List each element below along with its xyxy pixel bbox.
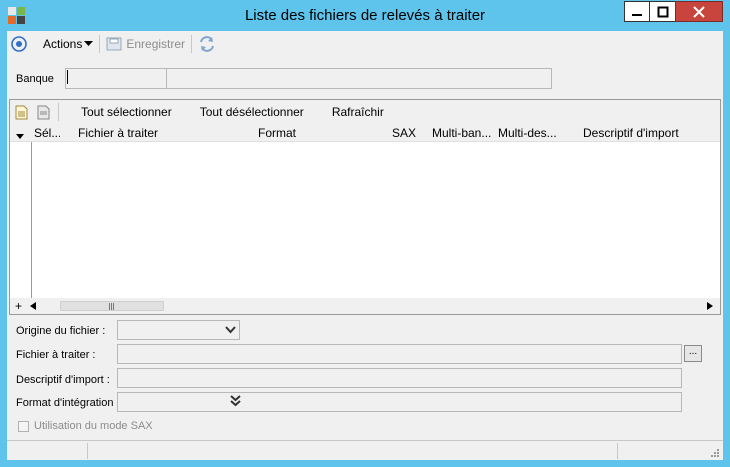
column-menu-icon bbox=[16, 134, 24, 139]
toolbar-separator bbox=[191, 35, 193, 53]
bank-label: Banque bbox=[16, 73, 54, 85]
target-icon bbox=[11, 36, 27, 52]
grid-toolbar-separator bbox=[58, 103, 59, 121]
horizontal-scrollbar[interactable]: + bbox=[10, 298, 720, 314]
grid-toolbar: Tout sélectionner Tout désélectionner Ra… bbox=[10, 100, 720, 124]
document-button[interactable] bbox=[32, 105, 54, 120]
select-all-button[interactable]: Tout sélectionner bbox=[67, 105, 186, 119]
document-icon bbox=[37, 105, 49, 119]
save-button[interactable]: Enregistrer bbox=[102, 33, 189, 55]
minimize-button[interactable] bbox=[624, 1, 650, 22]
column-header-descriptif[interactable]: Descriptif d'import bbox=[583, 126, 713, 140]
grid-header: Sél... Fichier à traiter Format SAX Mult… bbox=[10, 124, 720, 142]
descriptif-field[interactable] bbox=[117, 368, 682, 388]
scroll-right-icon[interactable] bbox=[707, 302, 713, 310]
column-filter-button[interactable] bbox=[16, 129, 24, 143]
target-button[interactable] bbox=[7, 33, 31, 55]
chevron-down-icon bbox=[84, 41, 94, 46]
format-label: Format d'intégration : bbox=[16, 397, 120, 409]
title-bar[interactable]: Liste des fichiers de relevés à traiter bbox=[0, 0, 730, 32]
status-divider bbox=[617, 443, 618, 459]
file-path-field[interactable] bbox=[117, 344, 682, 364]
column-header-multi-des[interactable]: Multi-des... bbox=[498, 126, 564, 140]
chevron-down-icon bbox=[224, 325, 236, 333]
deselect-all-button[interactable]: Tout désélectionner bbox=[186, 105, 318, 119]
bank-code-field[interactable] bbox=[65, 68, 167, 89]
files-grid: Tout sélectionner Tout désélectionner Ra… bbox=[9, 99, 721, 315]
sax-mode-checkbox[interactable] bbox=[18, 421, 29, 432]
save-icon bbox=[106, 37, 122, 51]
origin-dropdown-button[interactable] bbox=[222, 322, 238, 336]
column-header-sax[interactable]: SAX bbox=[392, 126, 422, 140]
grip-icon bbox=[109, 303, 114, 310]
add-row-button[interactable]: + bbox=[15, 299, 22, 313]
refresh-icon bbox=[200, 36, 215, 52]
save-label: Enregistrer bbox=[126, 37, 186, 51]
main-window: Liste des fichiers de relevés à traiter … bbox=[0, 0, 730, 467]
file-label: Fichier à traiter : bbox=[16, 349, 96, 361]
grid-body[interactable] bbox=[10, 142, 720, 298]
maximize-button[interactable] bbox=[649, 1, 676, 22]
maximize-icon bbox=[657, 6, 668, 17]
status-bar bbox=[7, 440, 723, 460]
column-header-format[interactable]: Format bbox=[258, 126, 378, 140]
sax-mode-label: Utilisation du mode SAX bbox=[34, 420, 153, 432]
close-button[interactable] bbox=[675, 1, 723, 22]
close-icon bbox=[693, 5, 705, 18]
browse-button[interactable]: ... bbox=[684, 345, 702, 362]
new-document-button[interactable] bbox=[10, 105, 32, 120]
format-dropdown-button[interactable] bbox=[227, 394, 243, 408]
new-document-icon bbox=[15, 105, 27, 119]
text-cursor bbox=[67, 70, 68, 84]
refresh-grid-button[interactable]: Rafraîchir bbox=[318, 105, 398, 119]
actions-menu[interactable]: Actions bbox=[39, 33, 97, 55]
column-header-select[interactable]: Sél... bbox=[34, 126, 60, 140]
status-divider bbox=[87, 443, 88, 459]
toolbar-separator bbox=[99, 35, 101, 53]
client-area: Actions Enregistrer Banque Tout sélectio… bbox=[7, 31, 723, 460]
double-chevron-down-icon bbox=[229, 395, 241, 407]
column-header-file[interactable]: Fichier à traiter bbox=[78, 126, 238, 140]
minimize-icon bbox=[632, 13, 642, 16]
descriptif-label: Descriptif d'import : bbox=[16, 374, 110, 386]
scrollbar-thumb[interactable] bbox=[60, 301, 164, 311]
origin-select[interactable] bbox=[117, 320, 240, 340]
scroll-left-icon[interactable] bbox=[30, 302, 36, 310]
origin-label: Origine du fichier : bbox=[16, 325, 106, 337]
window-title: Liste des fichiers de relevés à traiter bbox=[244, 7, 486, 24]
refresh-button[interactable] bbox=[194, 33, 220, 55]
format-select[interactable] bbox=[117, 392, 682, 412]
bank-name-field[interactable] bbox=[166, 68, 552, 89]
actions-label: Actions bbox=[43, 37, 83, 51]
main-toolbar: Actions Enregistrer bbox=[7, 31, 723, 57]
resize-grip-icon[interactable] bbox=[710, 448, 720, 458]
column-header-multi-bank[interactable]: Multi-ban... bbox=[432, 126, 496, 140]
row-header-column bbox=[10, 142, 32, 298]
